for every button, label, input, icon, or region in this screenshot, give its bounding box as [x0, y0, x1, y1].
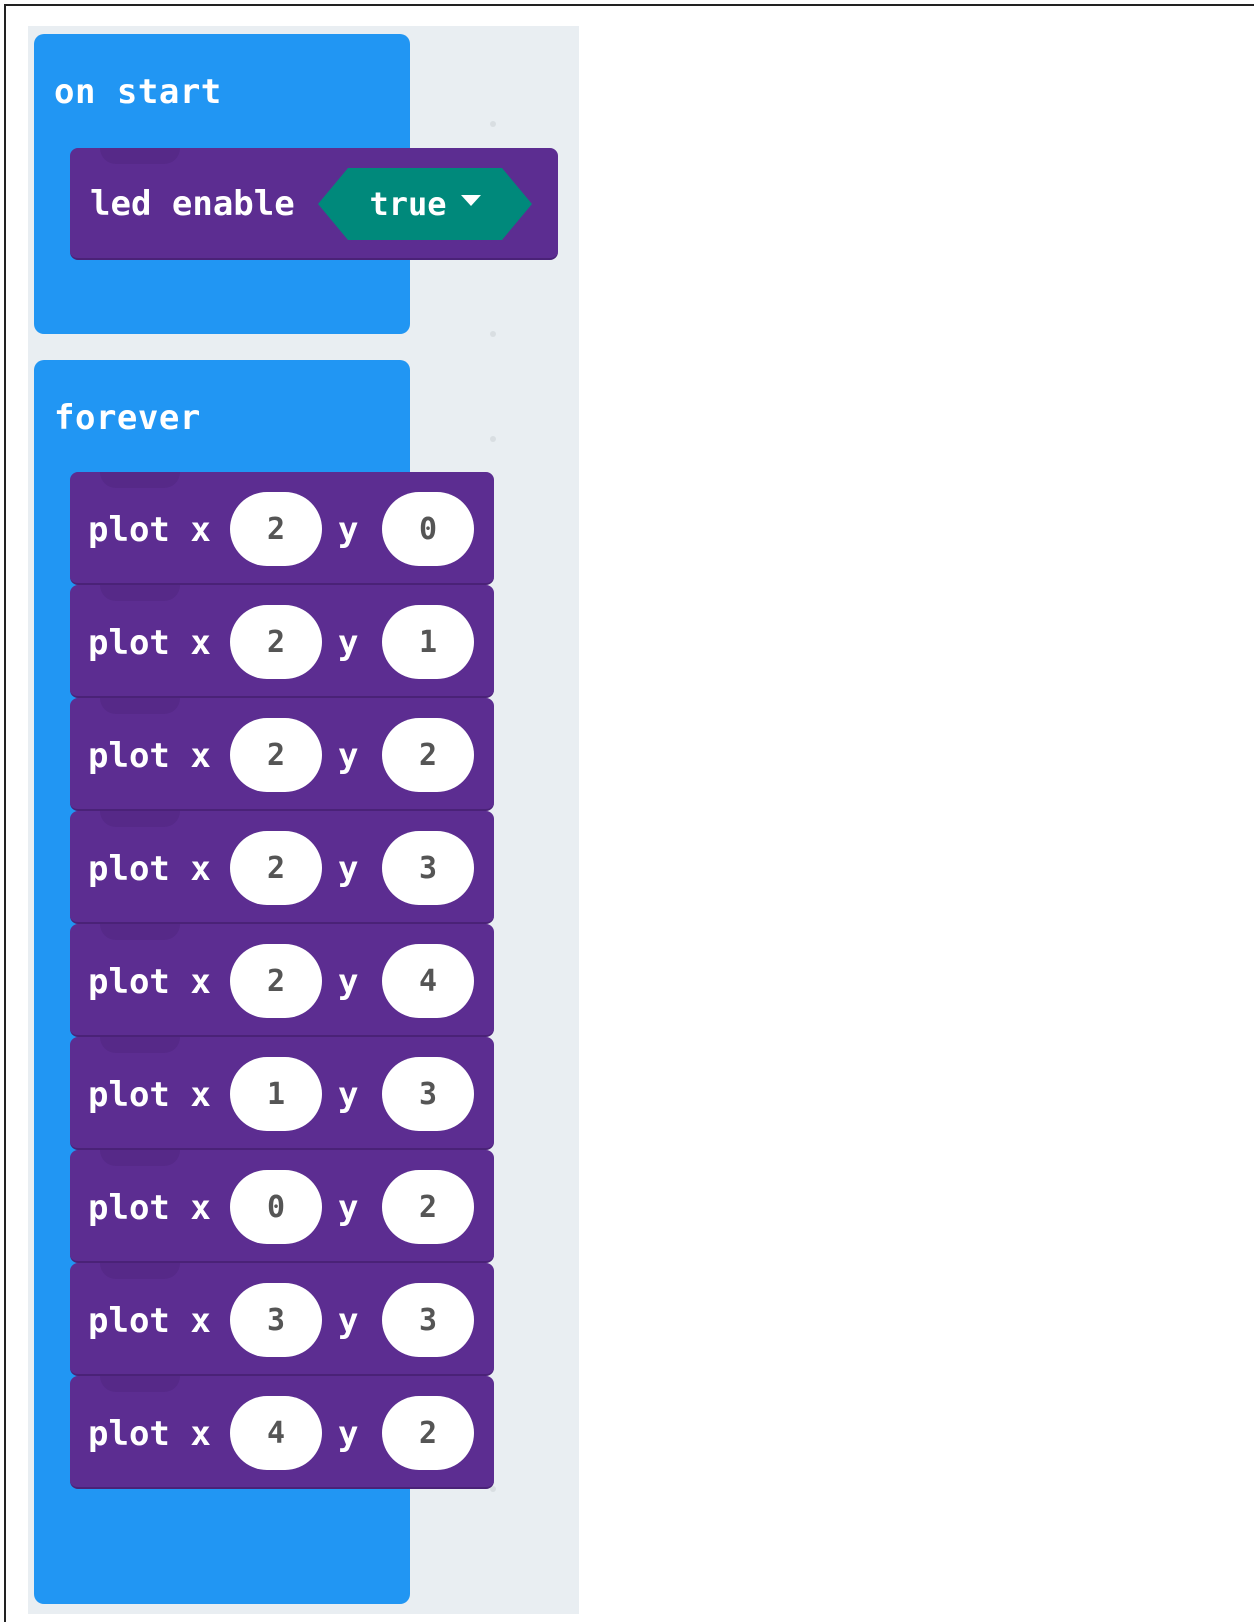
- on-start-label: on start: [54, 72, 222, 112]
- led-enable-block[interactable]: led enable true: [70, 148, 558, 260]
- y-label: y: [338, 1414, 359, 1454]
- plot-x-label: plot x: [88, 849, 211, 889]
- y-label: y: [338, 849, 359, 889]
- plot-block[interactable]: plot x 2y4: [70, 924, 494, 1037]
- plot-x-label: plot x: [88, 1301, 211, 1341]
- x-value-input[interactable]: 2: [230, 605, 322, 679]
- y-label: y: [338, 1075, 359, 1115]
- forever-label: forever: [54, 398, 201, 438]
- screenshot-frame: on start led enable true forever plot x 2…: [4, 4, 1254, 1622]
- y-value-input[interactable]: 0: [382, 492, 474, 566]
- block-notch: [100, 1263, 180, 1279]
- y-value-input[interactable]: 2: [382, 1396, 474, 1470]
- y-value-input[interactable]: 1: [382, 605, 474, 679]
- grid-dot: [490, 121, 496, 127]
- x-value-input[interactable]: 2: [230, 492, 322, 566]
- y-label: y: [338, 623, 359, 663]
- plot-block[interactable]: plot x 2y0: [70, 472, 494, 585]
- x-value-input[interactable]: 4: [230, 1396, 322, 1470]
- grid-dot: [490, 436, 496, 442]
- led-enable-label: led enable: [90, 184, 295, 224]
- dropdown-value: true: [369, 185, 447, 223]
- plot-x-label: plot x: [88, 1188, 211, 1228]
- y-label: y: [338, 1188, 359, 1228]
- block-notch: [100, 148, 180, 164]
- plot-x-label: plot x: [88, 962, 211, 1002]
- plot-block[interactable]: plot x 4y2: [70, 1376, 494, 1489]
- block-notch: [100, 1037, 180, 1053]
- block-notch: [100, 585, 180, 601]
- grid-dot: [490, 331, 496, 337]
- block-notch: [100, 811, 180, 827]
- y-value-input[interactable]: 3: [382, 1283, 474, 1357]
- x-value-input[interactable]: 1: [230, 1057, 322, 1131]
- boolean-dropdown[interactable]: true: [318, 168, 532, 240]
- y-value-input[interactable]: 2: [382, 1170, 474, 1244]
- block-notch: [100, 1376, 180, 1392]
- plot-block[interactable]: plot x 3y3: [70, 1263, 494, 1376]
- plot-x-label: plot x: [88, 510, 211, 550]
- plot-block[interactable]: plot x 2y3: [70, 811, 494, 924]
- y-label: y: [338, 510, 359, 550]
- x-value-input[interactable]: 0: [230, 1170, 322, 1244]
- y-label: y: [338, 736, 359, 776]
- x-value-input[interactable]: 2: [230, 718, 322, 792]
- plot-x-label: plot x: [88, 1075, 211, 1115]
- y-value-input[interactable]: 2: [382, 718, 474, 792]
- x-value-input[interactable]: 2: [230, 831, 322, 905]
- x-value-input[interactable]: 2: [230, 944, 322, 1018]
- plot-x-label: plot x: [88, 736, 211, 776]
- y-value-input[interactable]: 3: [382, 831, 474, 905]
- blocks-workspace[interactable]: on start led enable true forever plot x 2…: [28, 26, 579, 1614]
- plot-block[interactable]: plot x 1y3: [70, 1037, 494, 1150]
- y-label: y: [338, 1301, 359, 1341]
- y-label: y: [338, 962, 359, 1002]
- dropdown-arrow-icon: [460, 194, 481, 206]
- block-notch: [100, 698, 180, 714]
- block-notch: [100, 924, 180, 940]
- x-value-input[interactable]: 3: [230, 1283, 322, 1357]
- plot-block[interactable]: plot x 2y1: [70, 585, 494, 698]
- plot-block[interactable]: plot x 0y2: [70, 1150, 494, 1263]
- y-value-input[interactable]: 4: [382, 944, 474, 1018]
- block-notch: [100, 1150, 180, 1166]
- plot-block[interactable]: plot x 2y2: [70, 698, 494, 811]
- block-notch: [100, 472, 180, 488]
- plot-x-label: plot x: [88, 623, 211, 663]
- plot-x-label: plot x: [88, 1414, 211, 1454]
- y-value-input[interactable]: 3: [382, 1057, 474, 1131]
